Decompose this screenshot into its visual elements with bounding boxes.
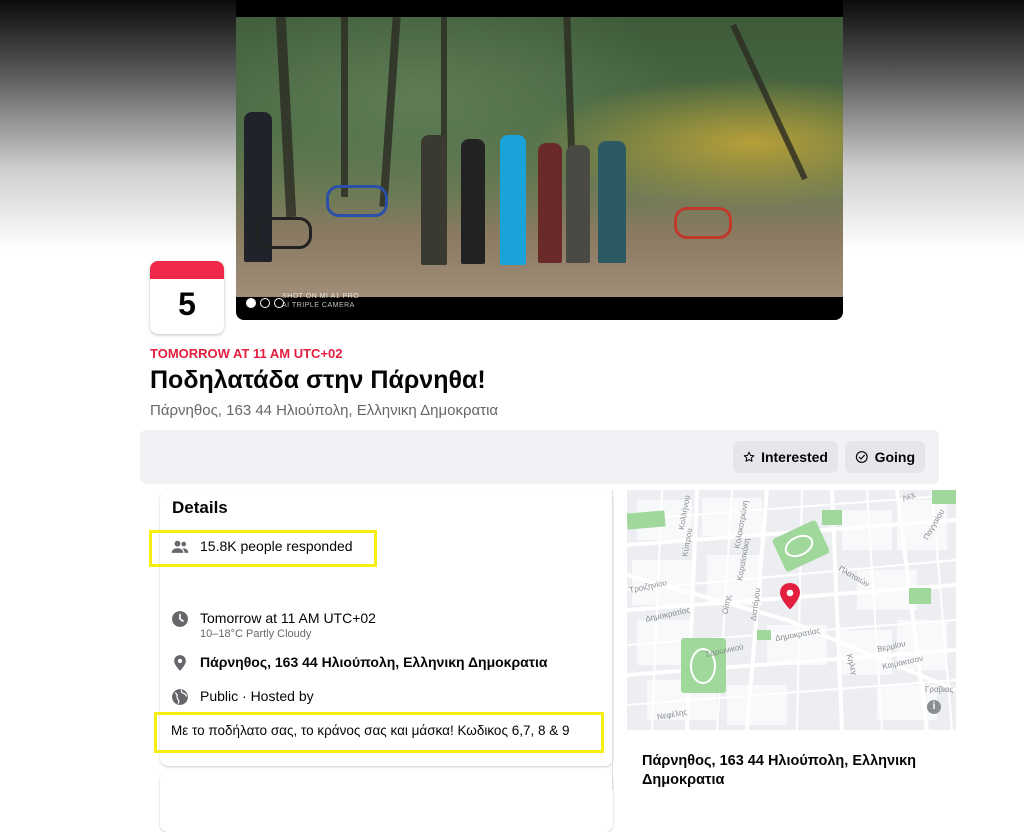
carousel-dot[interactable]: [246, 298, 256, 308]
details-card-secondary: [160, 772, 613, 832]
calendar-band: [150, 261, 224, 279]
clock-icon: [172, 611, 188, 627]
check-circle-icon: [855, 451, 868, 463]
event-description: Με το ποδήλατο σας, το κράνος σας και μά…: [171, 723, 570, 738]
event-time-text: Tomorrow at 11 AM UTC+02: [200, 610, 376, 626]
camera-watermark: SHOT ON MI A1 PRO AI TRIPLE CAMERA: [282, 293, 360, 309]
event-title: Ποδηλατάδα στην Πάρνηθα!: [150, 366, 486, 394]
responded-text: 15.8K people responded: [200, 538, 353, 554]
star-icon: [743, 451, 755, 462]
map-address[interactable]: Πάρνηθος, 163 44 Ηλιούπολη, Ελληνικη Δημ…: [642, 752, 942, 790]
event-location[interactable]: Πάρνηθος, 163 44 Ηλιούπολη, Ελληνικη Δημ…: [150, 402, 498, 419]
location-pin-icon: [174, 655, 186, 671]
address-text: Πάρνηθος, 163 44 Ηλιούπολη, Ελληνικη Δημ…: [200, 654, 548, 670]
interested-button[interactable]: Interested: [733, 441, 838, 473]
info-icon[interactable]: i: [927, 700, 941, 714]
going-label: Going: [874, 449, 915, 465]
cover-photo[interactable]: SHOT ON MI A1 PRO AI TRIPLE CAMERA: [236, 0, 843, 320]
people-icon: [171, 540, 189, 553]
details-heading: Details: [172, 498, 228, 517]
event-day: 5: [178, 286, 196, 322]
going-button[interactable]: Going: [845, 441, 925, 473]
carousel-dot[interactable]: [260, 298, 270, 308]
globe-icon: [172, 689, 188, 705]
column-divider: [612, 490, 613, 790]
address-row[interactable]: Πάρνηθος, 163 44 Ηλιούπολη, Ελληνικη Δημ…: [170, 653, 548, 673]
carousel-dots[interactable]: [246, 298, 284, 308]
weather-text: 10–18°C Partly Cloudy: [200, 628, 312, 640]
map-street-label: Γραβιας: [925, 685, 954, 694]
event-action-bar: Interested Going: [140, 430, 939, 484]
interested-label: Interested: [761, 449, 828, 465]
privacy-text: Public · Hosted by: [200, 688, 314, 704]
event-map[interactable]: Κολλήνου Κύπρου Κολοκοτρώνη Καραϊσκάκη Τ…: [627, 490, 956, 730]
time-row: Tomorrow at 11 AM UTC+02 10–18°C Partly …: [170, 609, 376, 642]
privacy-row: Public · Hosted by: [170, 687, 314, 707]
event-date-card: 5: [150, 261, 224, 334]
cover-photo-image: [236, 16, 843, 297]
responded-row[interactable]: 15.8K people responded: [170, 537, 353, 557]
event-time-label: TOMORROW AT 11 AM UTC+02: [150, 346, 343, 361]
